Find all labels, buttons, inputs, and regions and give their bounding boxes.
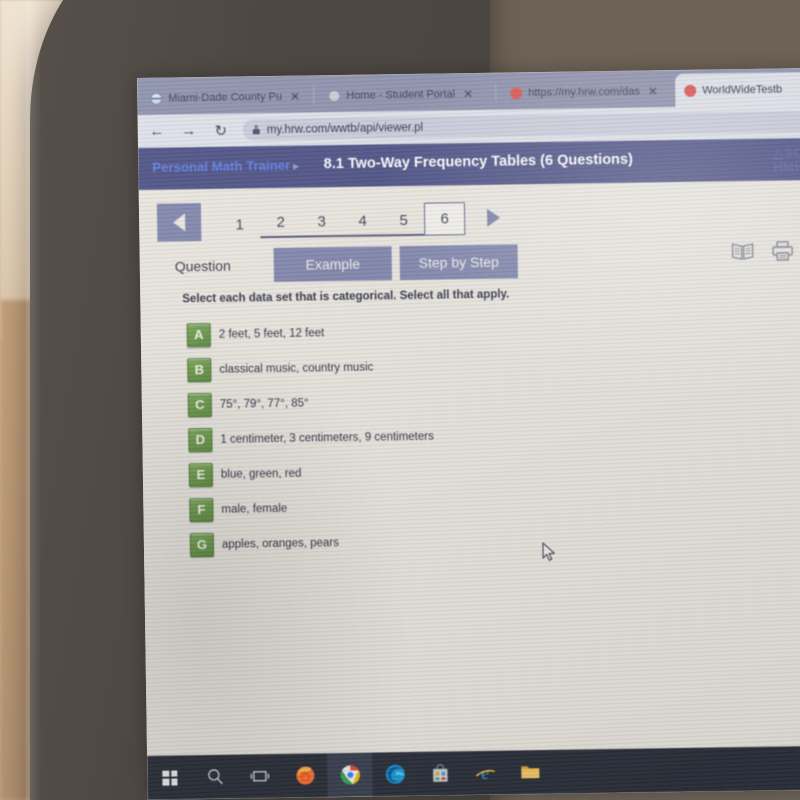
browser-tab-1-title: Miami-Dade County Pu	[168, 90, 283, 105]
choice-g-letter[interactable]: G	[189, 532, 215, 557]
tab-separator-2	[495, 83, 497, 101]
book-icon	[731, 243, 754, 260]
red-dot-icon	[510, 86, 523, 99]
browser-tab-3-title: https://my.hrw.com/das	[528, 85, 641, 99]
tab-example[interactable]: Example	[273, 246, 393, 282]
laptop-bezel-highlight	[26, 0, 42, 800]
tab-question[interactable]: Question	[158, 248, 266, 284]
choice-e-text: blue, green, red	[220, 467, 302, 481]
red-dot-icon	[684, 84, 697, 97]
laptop-screen: Miami-Dade County Pu ✕ Home - Student Po…	[137, 67, 800, 800]
browser-tab-4[interactable]: WorldWideTestb	[675, 71, 800, 108]
choice-g-text: apples, oranges, pears	[221, 536, 340, 551]
laptop-photo: Miami-Dade County Pu ✕ Home - Student Po…	[0, 0, 800, 800]
internet-explorer-icon: e	[475, 763, 495, 783]
choice-d-letter[interactable]: D	[188, 427, 213, 452]
address-bar-url: my.hrw.com/wwtb/api/viewer.pl	[266, 121, 424, 136]
print-button[interactable]	[767, 235, 797, 265]
back-button[interactable]: ←	[144, 118, 170, 144]
choice-c-letter[interactable]: C	[187, 392, 213, 417]
browser-tab-4-title: WorldWideTestb	[702, 82, 783, 97]
windows-logo-icon	[162, 769, 178, 786]
question-prompt: Select each data set that is categorical…	[182, 288, 510, 306]
choice-e-letter[interactable]: E	[188, 462, 214, 487]
file-explorer-button[interactable]	[507, 750, 553, 795]
tool-buttons	[727, 235, 797, 266]
search-button[interactable]	[192, 755, 238, 800]
browser-tab-2[interactable]: Home - Student Portal ✕	[319, 77, 491, 113]
browser-tab-2-title: Home - Student Portal	[346, 87, 456, 102]
page-number-4[interactable]: 4	[342, 211, 384, 237]
view-tabs: Question Example Step by Step	[158, 244, 519, 284]
page-number-2[interactable]: 2	[260, 213, 302, 238]
page-number-3[interactable]: 3	[301, 212, 343, 238]
hmh-logo-mark: △SC	[773, 145, 800, 161]
browser-tab-3[interactable]: https://my.hrw.com/das ✕	[501, 74, 671, 110]
book-button[interactable]	[727, 236, 757, 266]
choice-a-letter[interactable]: A	[186, 322, 211, 347]
chrome-button[interactable]	[327, 752, 373, 798]
firefox-icon	[295, 766, 314, 785]
globe-icon	[150, 92, 163, 105]
choice-c-text: 75°, 79°, 77°, 85°	[219, 396, 309, 411]
edge-button[interactable]	[372, 752, 418, 797]
microsoft-store-icon	[432, 764, 448, 783]
page-number-6[interactable]: 6	[423, 201, 466, 236]
windows-taskbar: e	[147, 745, 800, 800]
task-view-icon	[250, 771, 270, 782]
page-number-5[interactable]: 5	[383, 211, 425, 236]
page-title: 8.1 Two-Way Frequency Tables (6 Question…	[323, 151, 633, 173]
forward-button[interactable]: →	[176, 118, 202, 144]
mouse-cursor	[542, 542, 557, 568]
tab-separator-1	[313, 86, 315, 104]
page-number-1[interactable]: 1	[219, 216, 260, 239]
pagination: 1 2 3 4 5 6	[156, 199, 501, 242]
start-button[interactable]	[147, 755, 193, 800]
answer-choices: A 2 feet, 5 feet, 12 feet B classical mu…	[186, 310, 711, 563]
chrome-icon	[340, 765, 360, 785]
next-question-button[interactable]	[486, 208, 501, 227]
close-icon[interactable]: ✕	[648, 84, 658, 98]
close-icon[interactable]: ✕	[463, 87, 473, 101]
search-icon	[207, 769, 223, 785]
choice-f-letter[interactable]: F	[189, 497, 214, 522]
task-view-button[interactable]	[237, 754, 283, 799]
choice-b-text: classical music, country music	[219, 361, 374, 376]
store-button[interactable]	[417, 751, 463, 796]
previous-question-button[interactable]	[156, 203, 202, 242]
lock-icon	[253, 125, 260, 134]
close-icon[interactable]: ✕	[290, 89, 300, 103]
chevron-left-icon	[173, 213, 186, 232]
choice-a-text: 2 feet, 5 feet, 12 feet	[218, 326, 325, 341]
reload-button[interactable]: ↻	[208, 117, 234, 143]
globe-icon	[328, 89, 341, 102]
printer-icon	[772, 240, 793, 261]
tab-step-by-step[interactable]: Step by Step	[399, 244, 519, 281]
hmh-logo-text: HMH	[773, 158, 800, 175]
hmh-logo: △SC HMH	[773, 145, 800, 175]
app-body: 1 2 3 4 5 6 Question Example Step by Ste…	[138, 179, 800, 760]
firefox-button[interactable]	[282, 753, 328, 798]
choice-b-letter[interactable]: B	[187, 357, 212, 382]
internet-explorer-button[interactable]: e	[462, 751, 508, 796]
choice-g[interactable]: G apples, oranges, pears	[189, 520, 710, 563]
choice-f-text: male, female	[221, 502, 288, 516]
edge-icon	[385, 764, 405, 784]
choice-d-text: 1 centimeter, 3 centimeters, 9 centimete…	[220, 430, 434, 446]
address-bar[interactable]: my.hrw.com/wwtb/api/viewer.pl	[242, 111, 800, 141]
browser-tab-1[interactable]: Miami-Dade County Pu ✕	[141, 79, 309, 114]
file-explorer-icon	[520, 766, 539, 779]
